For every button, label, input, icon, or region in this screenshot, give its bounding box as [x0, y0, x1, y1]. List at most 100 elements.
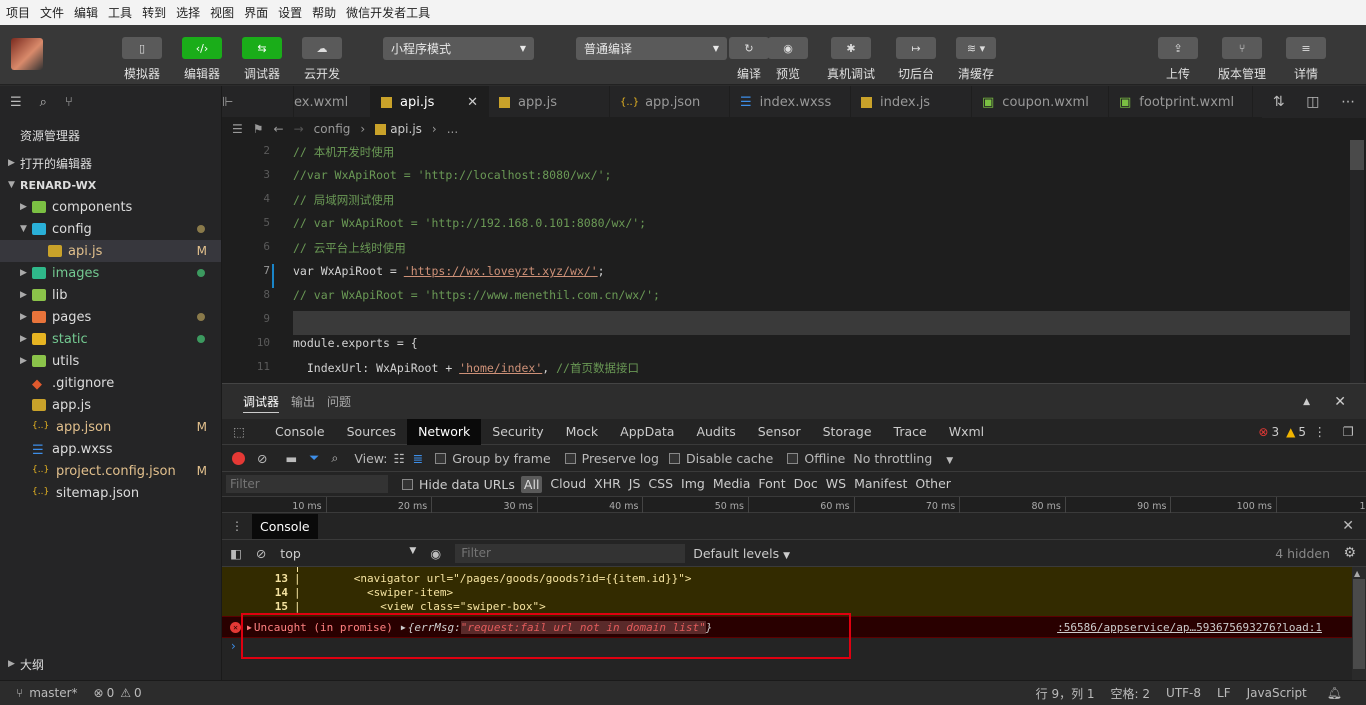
console-drawer-tab[interactable]: Console: [252, 513, 318, 539]
indentation[interactable]: 空格: 2: [1111, 685, 1151, 702]
editor-button[interactable]: ‹/›: [182, 37, 222, 59]
scrollbar-thumb[interactable]: [1350, 140, 1364, 170]
compile-button[interactable]: ↻: [729, 37, 769, 59]
filter-type-button[interactable]: Other: [915, 476, 951, 493]
video-icon[interactable]: ▬: [285, 451, 297, 466]
split-editor-icon[interactable]: ◫: [1306, 94, 1319, 110]
sidebar-toggle-icon[interactable]: ◧: [230, 546, 242, 561]
file-tree-item[interactable]: ▶ pages: [0, 306, 221, 328]
network-filter-input[interactable]: [226, 475, 388, 493]
version-button[interactable]: ⑂: [1222, 37, 1262, 59]
group-by-frame-checkbox[interactable]: Group by frame: [435, 451, 551, 466]
devtools-tab[interactable]: Storage: [812, 419, 883, 445]
inspect-icon[interactable]: ⬚: [222, 424, 256, 439]
branch-name[interactable]: master*: [29, 686, 77, 700]
file-tree-item[interactable]: api.js M: [0, 240, 221, 262]
record-icon[interactable]: [232, 451, 245, 465]
filter-type-button[interactable]: Media: [713, 476, 751, 493]
clear-console-icon[interactable]: ⊘: [256, 546, 266, 561]
waterfall-view-icon[interactable]: ≣: [413, 451, 423, 466]
eye-icon[interactable]: ◉: [430, 546, 441, 561]
devtools-tab[interactable]: Wxml: [938, 419, 995, 445]
devtools-tab[interactable]: AppData: [609, 419, 685, 445]
disable-cache-checkbox[interactable]: Disable cache: [668, 451, 773, 466]
mode-select[interactable]: 小程序模式 ▼: [383, 37, 534, 60]
error-source-link[interactable]: :56586/appservice/ap…593675693276?load:1: [1057, 621, 1322, 634]
menu-item[interactable]: 界面: [240, 4, 272, 21]
debugger-button[interactable]: ⇆: [242, 37, 282, 59]
forward-arrow-icon[interactable]: →: [294, 122, 304, 136]
devtools-tab[interactable]: Network: [407, 418, 482, 445]
filter-icon[interactable]: ⏷: [309, 450, 319, 466]
editor-tab[interactable]: ▣ coupon.wxml: [972, 86, 1109, 118]
scrollbar-thumb[interactable]: [1353, 579, 1365, 669]
filter-type-button[interactable]: Font: [758, 476, 785, 493]
devtools-tab[interactable]: Audits: [685, 419, 746, 445]
editor-tab[interactable]: ▣ footprint.wxml: [1109, 86, 1253, 118]
preview-button[interactable]: ◉: [768, 37, 808, 59]
project-section[interactable]: ▼ RENARD-WX: [0, 174, 221, 196]
settings-icon[interactable]: ⚙: [1343, 545, 1356, 561]
compare-icon[interactable]: ⇅: [1273, 94, 1285, 110]
list-icon[interactable]: ☰: [10, 95, 22, 110]
menu-item[interactable]: 文件: [36, 4, 68, 21]
breadcrumb-folder[interactable]: config: [314, 122, 351, 136]
close-tab-icon[interactable]: ✕: [467, 95, 478, 110]
preserve-log-checkbox[interactable]: Preserve log: [564, 451, 659, 466]
file-tree-item[interactable]: ☰ app.wxss: [0, 438, 221, 460]
menu-item[interactable]: 视图: [206, 4, 238, 21]
line-ending[interactable]: LF: [1217, 686, 1231, 700]
console-filter-input[interactable]: [455, 543, 686, 563]
bell-icon[interactable]: 🔔︎: [1327, 686, 1342, 700]
simulator-button[interactable]: ▯: [122, 37, 162, 59]
list-icon[interactable]: ☰: [232, 122, 243, 136]
editor-tab[interactable]: ex.wxml: [294, 86, 371, 118]
menu-item[interactable]: 帮助: [308, 4, 340, 21]
menu-item[interactable]: 工具: [104, 4, 136, 21]
filter-type-button[interactable]: CSS: [648, 476, 673, 493]
search-icon[interactable]: ⌕: [40, 95, 47, 110]
file-tree-item[interactable]: app.js: [0, 394, 221, 416]
menu-item[interactable]: 微信开发者工具: [342, 4, 434, 21]
file-tree-item[interactable]: {..} sitemap.json: [0, 482, 221, 504]
undock-icon[interactable]: ❐: [1343, 424, 1354, 439]
open-editors-section[interactable]: ▶ 打开的编辑器: [0, 152, 221, 174]
file-tree-item[interactable]: {..} app.json M: [0, 416, 221, 438]
menu-item[interactable]: 选择: [172, 4, 204, 21]
levels-select[interactable]: Default levels ▼: [693, 546, 790, 561]
code-editor[interactable]: 2 // 本机开发时使用 3 //var WxApiRoot = 'http://lo…: [222, 140, 1366, 383]
filter-type-button[interactable]: Img: [681, 476, 705, 493]
back-arrow-icon[interactable]: ←: [274, 122, 284, 136]
menu-item[interactable]: 项目: [2, 4, 34, 21]
source-control-icon[interactable]: ⑂: [65, 95, 73, 110]
compile-select[interactable]: 普通编译 ▼: [576, 37, 727, 60]
file-tree-item[interactable]: ▶ images: [0, 262, 221, 284]
menu-item[interactable]: 转到: [138, 4, 170, 21]
console-scrollbar[interactable]: ▲: [1352, 567, 1366, 680]
details-button[interactable]: ≡: [1286, 37, 1326, 59]
close-drawer-icon[interactable]: ✕: [1342, 518, 1354, 534]
file-tree-item[interactable]: {..} project.config.json M: [0, 460, 221, 482]
editor-scrollbar[interactable]: [1350, 140, 1364, 383]
cursor-position[interactable]: 行 9，列 1: [1036, 685, 1095, 702]
breadcrumb-rest[interactable]: ...: [447, 122, 458, 136]
panel-tab[interactable]: 输出: [291, 391, 315, 412]
file-tree-item[interactable]: ▶ static: [0, 328, 221, 350]
devtools-menu-icon[interactable]: ⋮: [1314, 424, 1327, 439]
background-button[interactable]: ↦: [896, 37, 936, 59]
drawer-menu-icon[interactable]: ⋮: [222, 519, 252, 533]
clear-cache-button[interactable]: ≋ ▾: [956, 37, 996, 59]
list-view-icon[interactable]: ☷: [394, 451, 405, 466]
devtools-tab[interactable]: Trace: [883, 419, 938, 445]
editor-tab[interactable]: ☰ index.wxss: [730, 86, 851, 118]
search-icon[interactable]: ⌕: [331, 450, 338, 466]
outline-section[interactable]: ▶ 大纲: [0, 653, 221, 675]
hide-data-urls-checkbox[interactable]: Hide data URLs: [402, 477, 515, 492]
context-select[interactable]: top ▼: [280, 546, 416, 561]
upload-button[interactable]: ⇪: [1158, 37, 1198, 59]
filter-type-button[interactable]: WS: [826, 476, 846, 493]
filter-type-button[interactable]: All: [520, 475, 543, 493]
filter-type-button[interactable]: Cloud: [550, 476, 586, 493]
panel-tab[interactable]: 问题: [327, 391, 351, 412]
editor-tab[interactable]: index.js: [851, 86, 972, 118]
